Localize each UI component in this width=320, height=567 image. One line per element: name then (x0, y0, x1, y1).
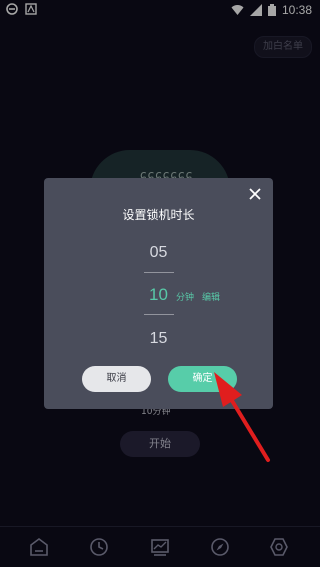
picker-divider (144, 314, 174, 315)
cancel-button[interactable]: 取消 (82, 366, 151, 392)
lock-duration-dialog: 设置锁机时长 05 10 15 分钟 编辑 取消 确定 (44, 178, 273, 409)
picker-item[interactable]: 05 (44, 244, 273, 262)
dialog-title: 设置锁机时长 (122, 208, 195, 222)
edit-link[interactable]: 编辑 (202, 290, 220, 303)
picker-item[interactable]: 15 (44, 330, 273, 348)
unit-label: 分钟 (176, 293, 195, 303)
confirm-button[interactable]: 确定 (168, 366, 237, 392)
duration-picker[interactable]: 05 10 15 (44, 242, 273, 354)
picker-divider (144, 272, 174, 273)
picker-item-selected[interactable]: 10 (44, 285, 273, 305)
close-icon[interactable] (247, 186, 263, 202)
